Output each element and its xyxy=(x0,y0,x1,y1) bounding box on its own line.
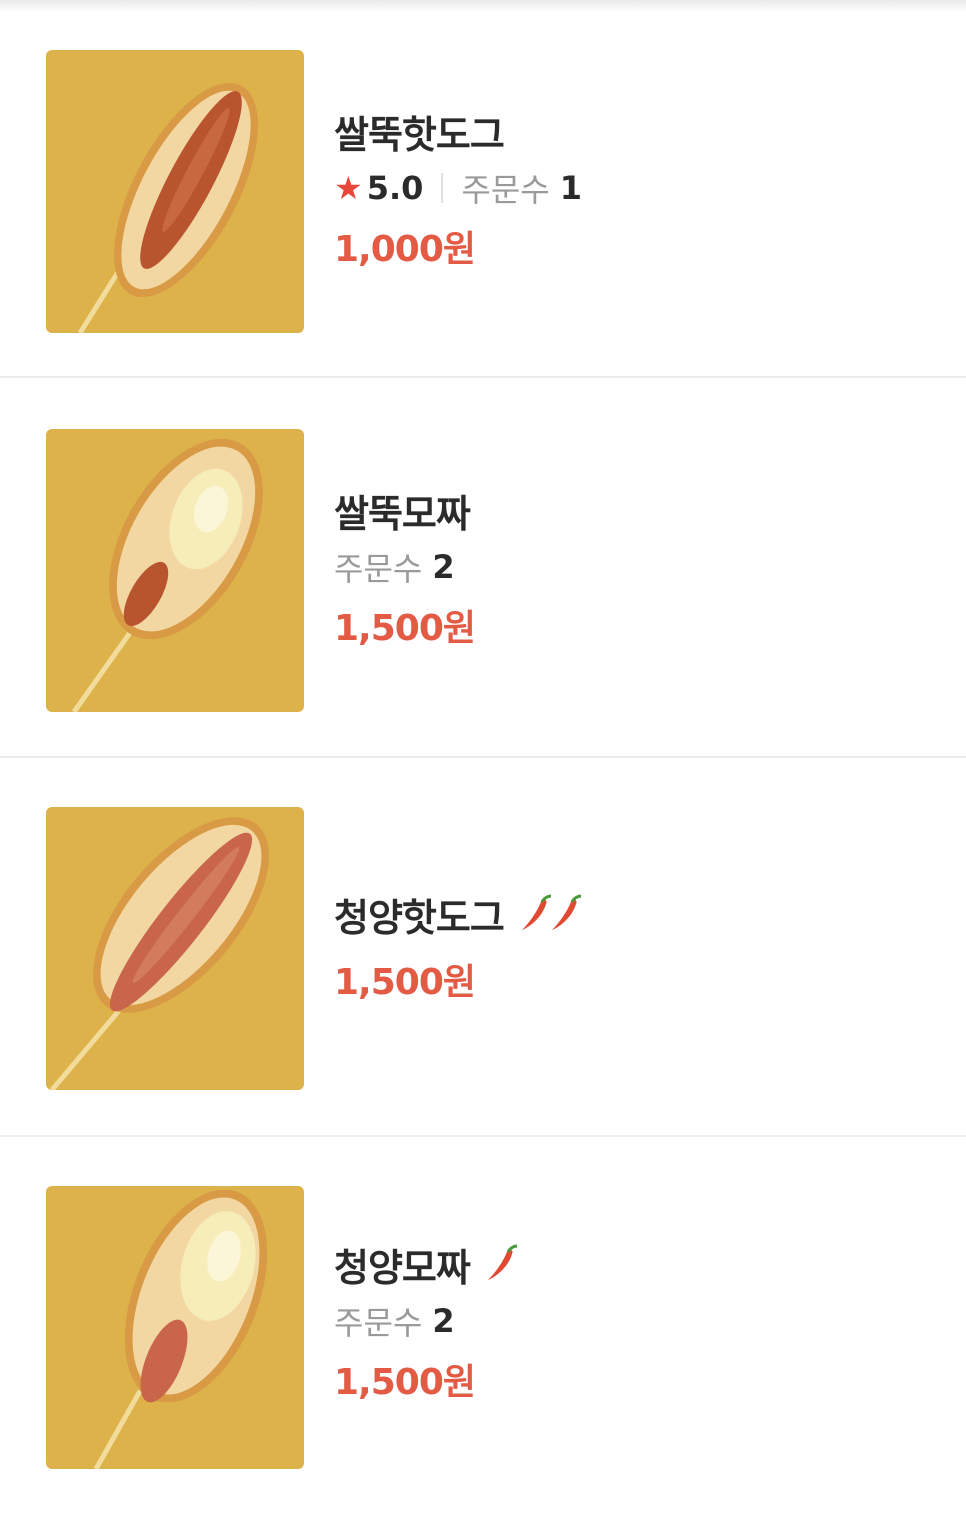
menu-item-ssalttuk-mozza[interactable]: 쌀뚝모짜 주문수 2 1,500원 xyxy=(0,380,966,758)
item-divider xyxy=(0,1135,966,1137)
hotdog-icon xyxy=(50,817,269,1090)
item-divider xyxy=(0,756,966,758)
menu-item-info: 청양모짜 주문수 2 1,500원 xyxy=(334,1237,520,1405)
menu-item-price: 1,500원 xyxy=(334,962,476,1003)
rating-value: 5.0 xyxy=(366,169,424,207)
menu-item-photo xyxy=(46,1186,304,1469)
star-icon: ★ xyxy=(334,169,363,207)
menu-item-cheongyang-hotdog[interactable]: 청양핫도그 1,500원 xyxy=(0,759,966,1137)
orders-count: 1 xyxy=(559,169,582,207)
spicy-level xyxy=(518,894,584,934)
menu-item-name-row: 쌀뚝모짜 xyxy=(334,483,475,537)
chili-pepper-icon xyxy=(551,894,581,930)
orders-count: 2 xyxy=(432,1302,455,1340)
menu-item-ssalttuk-hotdog[interactable]: 쌀뚝핫도그 ★ 5.0 주문수 1 1,000원 xyxy=(0,0,966,378)
chili-pepper-icon xyxy=(487,1244,517,1280)
menu-item-name: 쌀뚝모짜 xyxy=(334,491,471,536)
menu-item-name: 청양모짜 xyxy=(334,1245,471,1290)
menu-item-name-row: 청양핫도그 xyxy=(334,887,584,941)
orders-label: 주문수 xyxy=(334,550,423,588)
menu-item-photo xyxy=(46,429,304,712)
stats-divider xyxy=(441,173,444,203)
spicy-level xyxy=(484,1244,520,1284)
mozzarella-hotdog-icon xyxy=(93,1189,268,1469)
menu-item-info: 청양핫도그 1,500원 xyxy=(334,887,584,1005)
menu-item-cheongyang-mozza[interactable]: 청양모짜 주문수 2 1,500원 xyxy=(0,1138,966,1516)
hotdog-icon xyxy=(77,82,258,333)
menu-item-name-row: 청양모짜 xyxy=(334,1237,520,1291)
menu-item-photo xyxy=(46,807,304,1090)
item-divider xyxy=(0,376,966,378)
menu-item-price: 1,500원 xyxy=(334,1362,476,1403)
menu-item-name-row: 쌀뚝핫도그 xyxy=(334,104,582,158)
menu-item-stats: 주문수 2 xyxy=(334,547,475,588)
menu-item-stats: ★ 5.0 주문수 1 xyxy=(334,168,582,209)
menu-item-info: 쌀뚝핫도그 ★ 5.0 주문수 1 1,000원 xyxy=(334,104,582,272)
orders-label: 주문수 xyxy=(461,171,550,209)
menu-item-name: 쌀뚝핫도그 xyxy=(334,112,505,157)
mozzarella-hotdog-icon xyxy=(71,438,263,712)
menu-item-name: 청양핫도그 xyxy=(334,895,505,940)
menu-item-price: 1,500원 xyxy=(334,608,476,649)
menu-item-price: 1,000원 xyxy=(334,229,476,270)
orders-count: 2 xyxy=(432,548,455,586)
orders-label: 주문수 xyxy=(334,1304,423,1342)
menu-item-stats: 주문수 2 xyxy=(334,1301,520,1342)
menu-item-photo xyxy=(46,50,304,333)
menu-item-info: 쌀뚝모짜 주문수 2 1,500원 xyxy=(334,483,476,651)
